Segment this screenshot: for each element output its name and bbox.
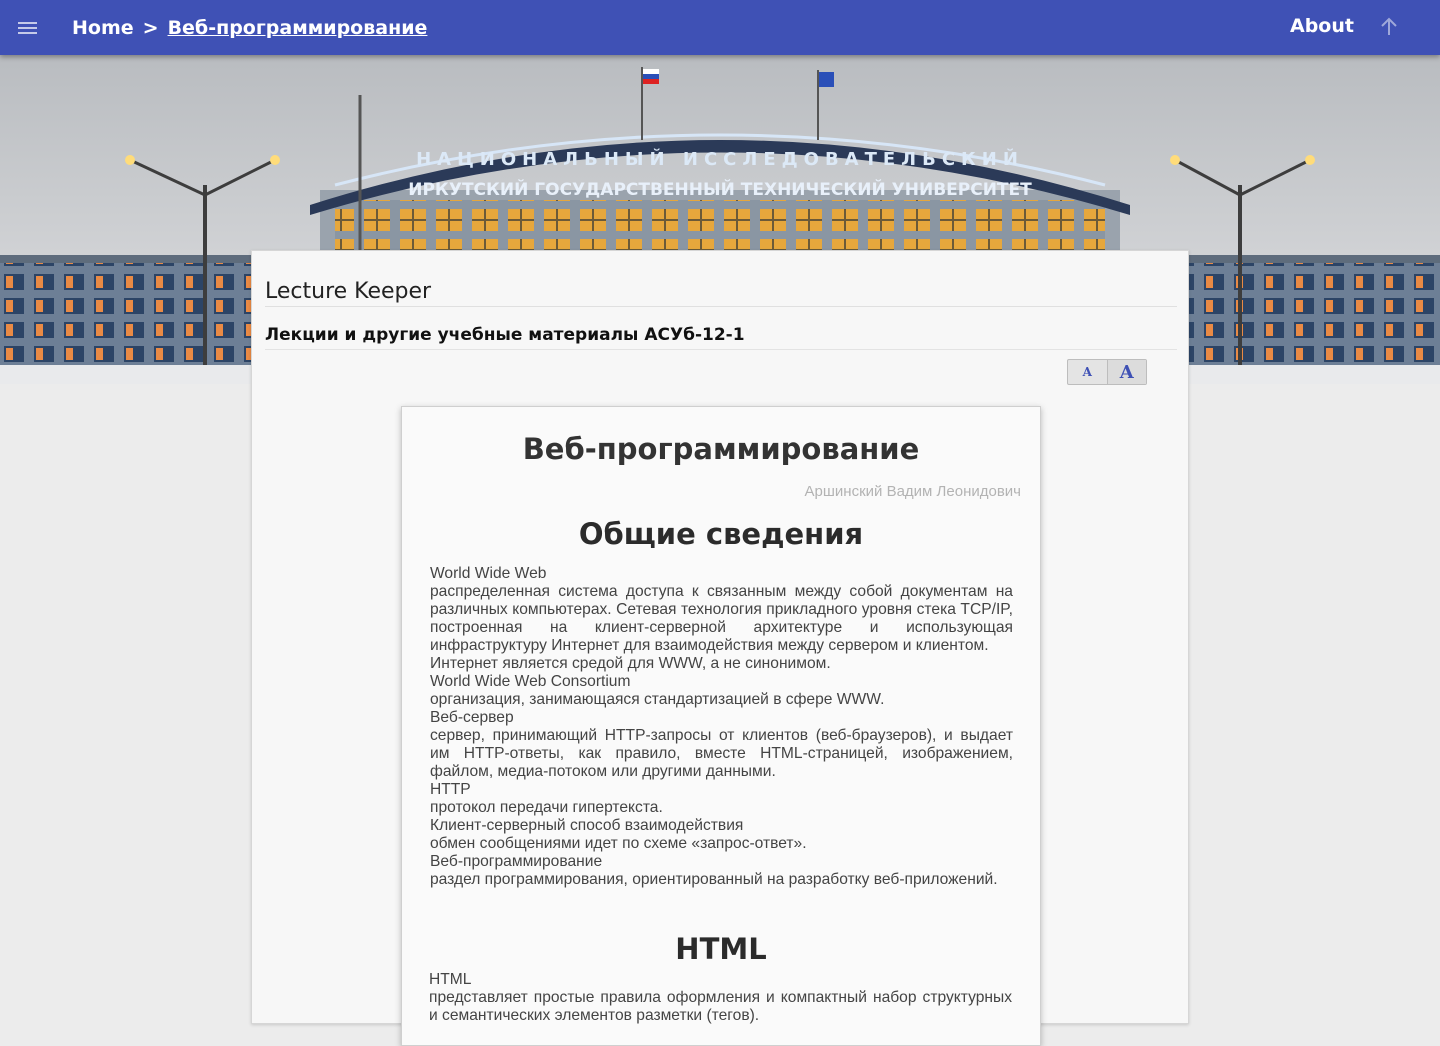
decrease-font-button[interactable]: A (1068, 360, 1108, 384)
definition-description: сервер, принимающий HTTP-запросы от клие… (430, 727, 1013, 780)
breadcrumb-separator: > (142, 16, 159, 39)
definition-list: HTML представляет простые правила оформл… (429, 971, 1012, 1025)
definition-description: раздел программирования, ориентированный… (430, 871, 998, 888)
divider (265, 349, 1177, 350)
about-link[interactable]: About (1290, 0, 1354, 52)
definition-note: Интернет является средой для WWW, а не с… (430, 655, 831, 672)
definition-term: HTTP (430, 781, 471, 798)
site-title: Lecture Keeper (265, 279, 432, 304)
section-title: Общие сведения (578, 517, 864, 551)
content-card: Lecture Keeper Лекции и другие учебные м… (251, 250, 1189, 1046)
menu-icon (18, 22, 37, 34)
breadcrumb: Home > Веб-программирование (72, 0, 427, 55)
definition-description: организация, занимающаяся стандартизацие… (430, 691, 885, 708)
definition-term: World Wide Web (430, 565, 547, 582)
app-bar: Home > Веб-программирование About (0, 0, 1440, 55)
definition-description: распределенная система доступа к связанн… (430, 583, 1013, 654)
document-title: Веб-программирование (522, 432, 920, 466)
definition-term: Клиент-серверный способ взаимодействия (430, 817, 744, 834)
menu-button[interactable] (14, 14, 42, 42)
site-subtitle: Лекции и другие учебные материалы АСУб-1… (265, 325, 745, 345)
breadcrumb-home-link[interactable]: Home (72, 17, 134, 39)
scroll-top-button[interactable] (1376, 14, 1402, 40)
definition-list: World Wide Web распределенная система до… (430, 565, 1013, 889)
definition-description: представляет простые правила оформления … (429, 989, 1012, 1024)
definition-term: Веб-программирование (430, 853, 603, 870)
hero-sign-bottom: ИРКУТСКИЙ ГОСУДАРСТВЕННЫЙ ТЕХНИЧЕСКИЙ УН… (408, 178, 1032, 200)
hero-sign-top: НАЦИОНАЛЬНЫЙ ИССЛЕДОВАТЕЛЬСКИЙ (416, 148, 1024, 170)
arrow-up-icon (1381, 17, 1397, 35)
increase-font-button[interactable]: A (1107, 360, 1146, 384)
font-size-controls: A A (1067, 359, 1147, 385)
document-author: Аршинский Вадим Леонидович (804, 483, 1021, 500)
definition-term: Веб-сервер (430, 709, 514, 726)
section-title: HTML (675, 932, 767, 966)
breadcrumb-current-link[interactable]: Веб-программирование (168, 17, 428, 39)
definition-description: протокол передачи гипертекста. (430, 799, 663, 816)
divider (265, 306, 1177, 307)
definition-term: World Wide Web Consortium (430, 673, 631, 690)
lecture-document: Веб-программирование Аршинский Вадим Лео… (401, 406, 1041, 1046)
definition-description: обмен сообщениями идет по схеме «запрос-… (430, 835, 807, 852)
definition-term: HTML (429, 971, 472, 988)
